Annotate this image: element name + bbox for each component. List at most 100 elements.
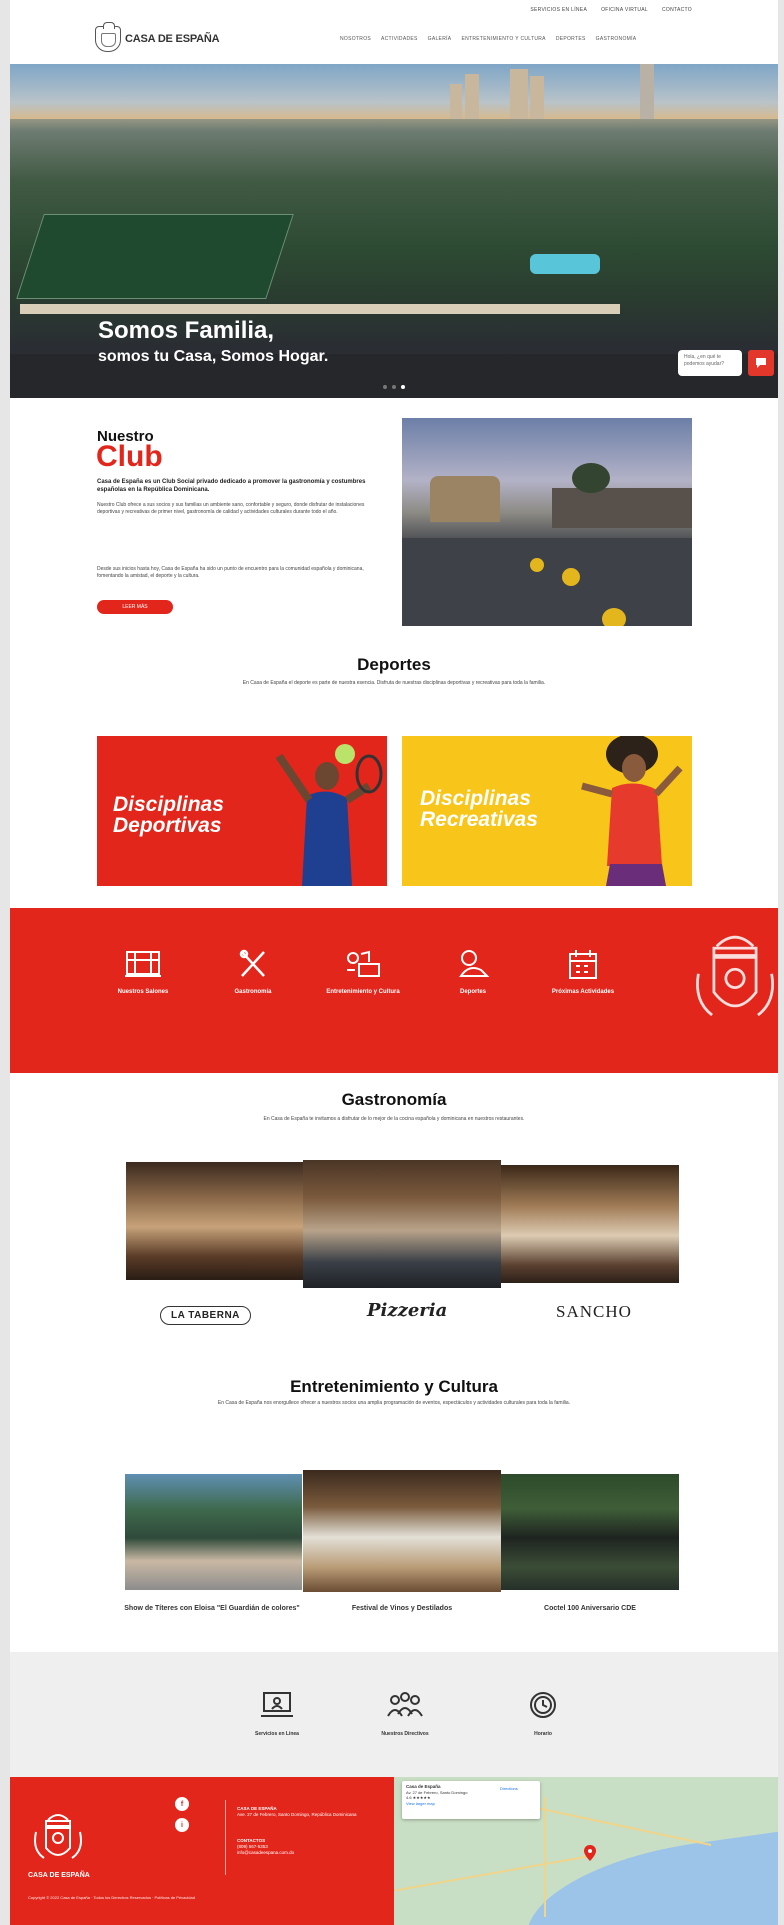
footer-contact: CONTACTOS (809) 567-5353 info@casadeespa… — [237, 1838, 377, 1856]
chat-bubble[interactable]: Hola, ¿en qué te podemos ayudar? — [678, 350, 742, 376]
nav-gastronomia[interactable]: Gastronomía — [596, 36, 637, 42]
entretenimiento-title: Entretenimiento y Cultura — [290, 1377, 498, 1396]
card-label: Disciplinas Deportivas — [113, 793, 224, 837]
slider-dot[interactable] — [392, 385, 396, 389]
gastronomia-subtitle: En Casa de España te invitamos a disfrut… — [263, 1116, 525, 1122]
band-item-gastronomia[interactable]: Gastronomía — [198, 948, 308, 996]
footer-divider — [225, 1800, 226, 1875]
main-nav: Nosotros Actividades Galería Entretenimi… — [340, 36, 636, 42]
footer-email[interactable]: info@casadeespana.com.do — [237, 1850, 377, 1856]
service-online[interactable]: Servicios en Línea — [232, 1690, 322, 1737]
entretenimiento-subtitle: En Casa de España nos enorgullece ofrece… — [217, 1400, 571, 1406]
nav-galeria[interactable]: Galería — [428, 36, 452, 42]
card-disciplinas-deportivas[interactable]: Disciplinas Deportivas — [97, 736, 387, 886]
directors-icon — [387, 1692, 423, 1717]
footer-brand: CASA DE ESPAÑA — [28, 1872, 90, 1879]
deportes-subtitle: En Casa de España el deporte es parte de… — [242, 680, 546, 686]
event-caption[interactable]: Coctel 100 Aniversario CDE — [495, 1604, 685, 1613]
facebook-icon[interactable]: f — [175, 1797, 189, 1811]
map-pin-icon[interactable] — [584, 1845, 596, 1861]
card-label: Disciplinas Recreativas — [420, 787, 538, 831]
restaurant-photo-pizzeria — [303, 1160, 501, 1288]
photo-driveway — [402, 538, 692, 626]
band-item-deportes[interactable]: Deportes — [418, 948, 528, 996]
service-directivos[interactable]: Nuestros Directivos — [360, 1690, 450, 1737]
service-horario[interactable]: Horario — [498, 1690, 588, 1737]
culture-icon — [347, 950, 380, 977]
crest-watermark-icon — [696, 935, 774, 1017]
crest-icon — [95, 22, 121, 52]
nav-nosotros[interactable]: Nosotros — [340, 36, 371, 42]
band-item-entretenimiento[interactable]: Entretenimiento y Cultura — [308, 948, 418, 996]
event-caption[interactable]: Show de Títeres con Eloisa "El Guardián … — [117, 1604, 307, 1613]
restaurant-photo-sancho — [501, 1165, 679, 1283]
hero-building — [510, 69, 528, 119]
map-larger-link[interactable]: View larger map — [406, 1801, 536, 1807]
chat-icon[interactable] — [748, 350, 774, 376]
map-directions-link[interactable]: Directions — [500, 1786, 518, 1791]
club-paragraph: Desde sus inicios hasta hoy, Casa de Esp… — [97, 566, 364, 579]
band-item-salones[interactable]: Nuestros Salones — [88, 948, 198, 996]
club-photo — [402, 418, 692, 626]
footer-copyright: Copyright © 2022 Casa de España · Todos … — [28, 1895, 195, 1900]
card-disciplinas-recreativas[interactable]: Disciplinas Recreativas — [402, 736, 692, 886]
hero-building — [450, 84, 462, 119]
club-title-big: Club — [96, 440, 163, 473]
event-photo-vinos — [303, 1470, 501, 1592]
hero-title: Somos Familia, — [98, 317, 275, 344]
nav-deportes[interactable]: Deportes — [556, 36, 586, 42]
hero-pool — [530, 254, 600, 274]
event-photo-coctel — [501, 1474, 679, 1590]
gastronomia-title: Gastronomía — [341, 1090, 447, 1109]
clock-icon — [530, 1692, 556, 1718]
venue-icon — [125, 951, 161, 977]
utility-bar: Servicios en Línea Oficina Virtual Conta… — [10, 0, 778, 20]
brand-logo-sancho[interactable]: SANCHO — [556, 1302, 632, 1322]
photo-decor — [602, 608, 626, 626]
hero-building — [530, 76, 544, 119]
photo-building — [430, 476, 500, 522]
brand-logo-pizzeria[interactable]: Pizzeria — [367, 1300, 447, 1321]
laptop-icon — [261, 1692, 293, 1717]
calendar-icon — [569, 950, 597, 979]
map-road — [544, 1797, 546, 1917]
deportes-title: Deportes — [357, 655, 431, 674]
hero-building — [465, 74, 479, 119]
hero-tennis-court — [16, 214, 294, 299]
slider-dot-active[interactable] — [401, 385, 405, 389]
nav-entretenimiento[interactable]: Entretenimiento y Cultura — [461, 36, 545, 42]
site-logo[interactable]: CASA DE ESPAÑA — [95, 22, 220, 52]
utility-link-oficina[interactable]: Oficina Virtual — [601, 7, 648, 13]
restaurant-photo-taberna — [126, 1162, 303, 1280]
club-lead: Casa de España es un Club Social privado… — [97, 479, 366, 493]
club-paragraph: Nuestro Club ofrece a sus socios y sus f… — [97, 502, 365, 515]
event-photo-titeres — [125, 1474, 302, 1590]
photo-building — [552, 488, 692, 528]
logo-text: CASA DE ESPAÑA — [125, 33, 220, 45]
nav-actividades[interactable]: Actividades — [381, 36, 418, 42]
utensils-icon — [239, 949, 265, 977]
instagram-icon[interactable]: i — [175, 1818, 189, 1832]
utility-link-servicios[interactable]: Servicios en Línea — [530, 7, 587, 13]
page: Servicios en Línea Oficina Virtual Conta… — [10, 0, 778, 1925]
utility-link-contacto[interactable]: Contacto — [662, 7, 692, 13]
map-sea — [517, 1826, 778, 1925]
band-item-actividades[interactable]: Próximas Actividades — [528, 948, 638, 996]
sports-icon — [459, 950, 490, 977]
footer-address: CASA DE ESPAÑA Ave. 27 de Febrero, Santo… — [237, 1806, 357, 1817]
map-road — [395, 1854, 593, 1891]
event-caption[interactable]: Festival de Vinos y Destilados — [307, 1604, 497, 1613]
read-more-button[interactable]: Leer más — [97, 600, 173, 614]
slider-dot[interactable] — [383, 385, 387, 389]
map-info-card: Casa de España Av. 27 de Febrero, Santo … — [402, 1781, 540, 1819]
dancer-icon — [581, 736, 683, 886]
crest-icon — [34, 1814, 82, 1859]
photo-decor — [530, 558, 544, 572]
brand-logo-taberna[interactable]: LA TABERNA — [160, 1306, 251, 1325]
hero-slider: Somos Familia, somos tu Casa, Somos Hoga… — [10, 64, 778, 398]
slider-dots — [383, 385, 405, 389]
main-header: CASA DE ESPAÑA Nosotros Actividades Gale… — [10, 20, 778, 64]
tennis-player-icon — [275, 744, 383, 886]
hero-subtitle: somos tu Casa, Somos Hogar. — [98, 348, 329, 365]
hero-sky — [10, 64, 778, 119]
